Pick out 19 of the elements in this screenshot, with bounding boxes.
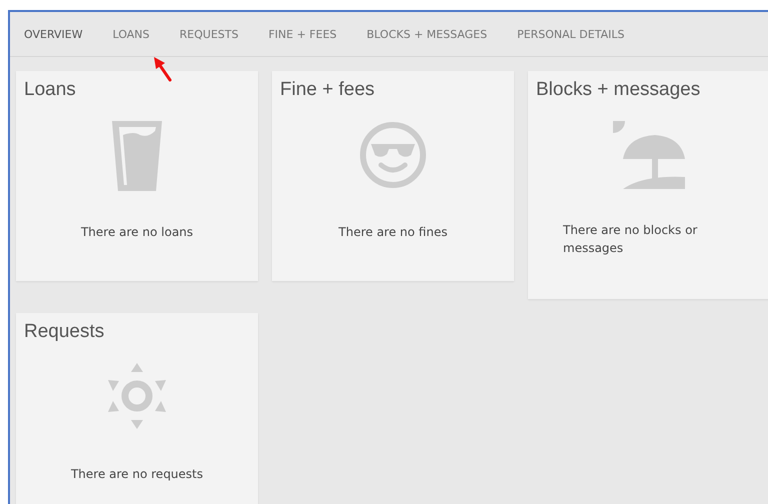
tab[interactable]: OVERVIEW bbox=[24, 28, 83, 40]
card-title: Blocks + messages bbox=[535, 78, 702, 101]
empty-message: There are no fines bbox=[338, 224, 448, 241]
tab[interactable]: LOANS bbox=[112, 28, 150, 40]
card-title: Loans bbox=[23, 78, 77, 101]
card-title: Fine + fees bbox=[279, 78, 376, 101]
empty-message: There are no requests bbox=[70, 466, 204, 483]
beach-umbrella-icon bbox=[613, 121, 685, 189]
tab[interactable]: BLOCKS + MESSAGES bbox=[366, 28, 488, 40]
empty-message: There are no blocks or messages bbox=[563, 222, 698, 257]
annotation-arrow bbox=[151, 56, 173, 82]
tab[interactable]: REQUESTS bbox=[180, 28, 238, 40]
sunglasses-face-icon bbox=[359, 121, 427, 189]
card-title: Requests bbox=[23, 320, 106, 343]
tab[interactable]: FINE + FEES bbox=[268, 28, 337, 40]
tab[interactable]: PERSONAL DETAILS bbox=[517, 28, 624, 40]
sun-icon bbox=[108, 363, 166, 429]
glass-icon bbox=[112, 121, 162, 191]
empty-message: There are no loans bbox=[80, 224, 194, 241]
